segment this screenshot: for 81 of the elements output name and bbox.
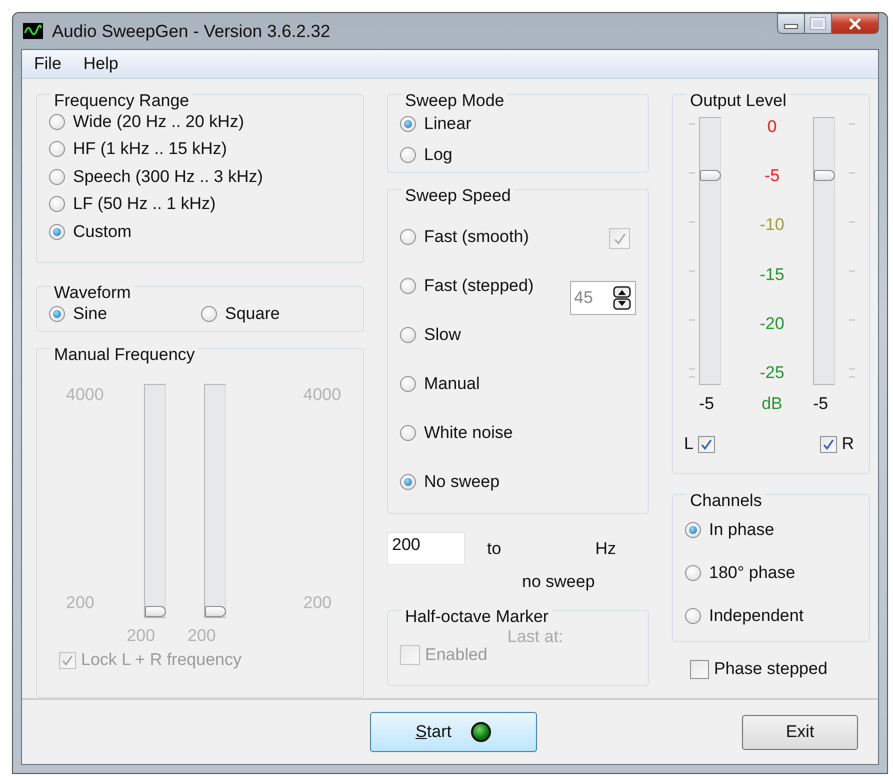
radio-option[interactable]: Manual	[400, 359, 480, 408]
scale-label: -15	[760, 264, 784, 285]
start-button[interactable]: Start	[370, 712, 537, 752]
frequency-reading: 200	[126, 626, 156, 646]
scale-label: 4000	[303, 385, 342, 405]
radio-option[interactable]: LF (50 Hz .. 1 kHz)	[49, 190, 216, 218]
status-led-icon	[471, 722, 492, 742]
phase-stepped-checkbox[interactable]: Phase stepped	[690, 659, 828, 679]
radio-icon[interactable]	[49, 168, 65, 185]
radio-option[interactable]: Independent	[685, 594, 804, 637]
radio-icon[interactable]	[400, 116, 416, 132]
close-button[interactable]	[832, 13, 879, 34]
radio-icon[interactable]	[400, 474, 416, 490]
scale-label: -20	[760, 314, 784, 334]
radio-icon[interactable]	[201, 306, 217, 322]
right-channel-checkbox[interactable]: R	[820, 434, 854, 454]
radio-icon[interactable]	[49, 306, 65, 322]
menu-item[interactable]: File	[34, 54, 62, 74]
group-title: Output Level	[687, 92, 790, 110]
close-icon[interactable]	[848, 18, 862, 30]
radio-option[interactable]: Fast (stepped)	[400, 261, 534, 310]
radio-icon[interactable]	[400, 278, 416, 294]
minimize-button[interactable]	[777, 13, 805, 34]
level-reading: -5	[699, 394, 714, 414]
group-title: Frequency Range	[51, 92, 192, 110]
radio-option[interactable]: Log	[400, 139, 452, 170]
window-title: Audio SweepGen - Version 3.6.2.32	[52, 20, 330, 42]
frequency-input[interactable]: 200	[387, 532, 465, 565]
radio-option[interactable]: 180° phase	[685, 551, 796, 594]
check-mark-icon[interactable]	[701, 438, 712, 450]
waveform-icon	[23, 23, 43, 39]
group-title: Sweep Speed	[402, 187, 514, 205]
group-title: Manual Frequency	[51, 346, 198, 364]
scale-label: -10	[760, 215, 784, 236]
radio-icon[interactable]	[49, 141, 65, 158]
radio-icon[interactable]	[49, 114, 65, 130]
scale-label: 200	[303, 593, 333, 613]
radio-icon[interactable]	[685, 522, 701, 538]
group-title: Sweep Mode	[402, 92, 508, 110]
left-channel-checkbox[interactable]: L	[684, 434, 716, 454]
radio-icon[interactable]	[400, 326, 416, 342]
radio-option[interactable]: White noise	[400, 408, 513, 457]
radio-icon[interactable]	[49, 224, 65, 240]
to-label: to	[487, 538, 502, 558]
radio-icon[interactable]	[685, 608, 701, 624]
maximize-button[interactable]	[805, 13, 832, 34]
radio-icon[interactable]	[400, 424, 416, 440]
radio-option[interactable]: Slow	[400, 310, 461, 359]
radio-option[interactable]: Speech (300 Hz .. 3 kHz)	[49, 163, 263, 190]
unit-label: dB	[762, 394, 782, 414]
radio-option[interactable]: Custom	[49, 218, 132, 246]
radio-icon[interactable]	[685, 564, 701, 580]
scale-label: -25	[760, 362, 784, 383]
last-at-label: Last at:	[507, 627, 564, 647]
radio-option[interactable]: Square	[201, 304, 353, 324]
slider-thumb[interactable]	[814, 170, 835, 181]
radio-option[interactable]: HF (1 kHz .. 15 kHz)	[49, 136, 227, 163]
level-reading: -5	[813, 394, 828, 414]
exit-button[interactable]: Exit	[742, 714, 858, 750]
radio-option[interactable]: Fast (smooth)	[400, 212, 529, 261]
radio-option[interactable]: No sweep	[400, 457, 500, 506]
radio-icon[interactable]	[400, 228, 416, 244]
sweep-status: no sweep	[522, 572, 595, 592]
radio-option[interactable]: Sine	[49, 304, 201, 324]
menu-item[interactable]: Help	[83, 54, 118, 74]
scale-label: 0	[767, 117, 777, 137]
level-slider[interactable]	[699, 117, 721, 385]
scale-label: 4000	[66, 385, 105, 405]
radio-icon[interactable]	[49, 196, 65, 212]
scale-label: 200	[66, 593, 96, 613]
radio-icon[interactable]	[400, 146, 416, 162]
radio-option[interactable]: Wide (20 Hz .. 20 kHz)	[49, 108, 244, 136]
frequency-reading: 200	[187, 626, 216, 646]
slider-thumb[interactable]	[700, 170, 721, 181]
level-slider[interactable]	[813, 117, 835, 385]
check-mark-icon[interactable]	[822, 438, 834, 450]
scale-label: -5	[764, 166, 780, 186]
radio-icon[interactable]	[400, 376, 416, 392]
unit-label: Hz	[595, 538, 616, 558]
radio-option[interactable]: In phase	[685, 508, 774, 551]
radio-option[interactable]: Linear	[400, 108, 472, 139]
